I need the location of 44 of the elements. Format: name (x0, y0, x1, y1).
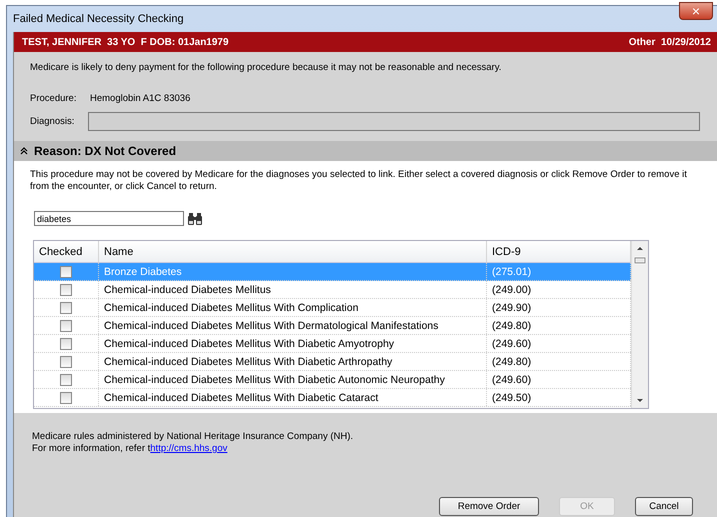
table-cell: Chemical-induced Diabetes Mellitus With Diabetic Amyotrophy (99, 335, 487, 352)
footer-text: Medicare rules administered by National Heritage Insurance Company (NH). (32, 431, 354, 443)
checkbox[interactable] (60, 374, 72, 386)
diagnosis-label: Diagnosis: (30, 116, 74, 127)
checkbox[interactable] (60, 338, 72, 350)
table-row[interactable]: Chemical-induced Diabetes Mellitus (249.00) (34, 281, 631, 299)
search-field[interactable]: diabetes (34, 211, 184, 226)
checkbox[interactable] (60, 356, 72, 368)
table-cell: Bronze Diabetes (99, 263, 487, 280)
binoculars-icon[interactable] (187, 212, 203, 226)
table-row[interactable]: Chemical-induced Diabetes Mellitus With Diabetic Cataract (249.50) (34, 389, 631, 407)
reason-header[interactable]: Reason: DX Not Covered (14, 141, 717, 161)
table-row[interactable]: Chemical-induced Diabetes Mellitus With Diabetic Amyotrophy (249.60) (34, 335, 631, 353)
table-row[interactable]: Chemical-induced Diabetes Mellitus With Dermatological Manifestations (249.80) (34, 317, 631, 335)
visit-info: Other 10/29/2012 (628, 36, 711, 48)
reason-title: Reason: DX Not Covered (34, 144, 176, 158)
checkbox[interactable] (60, 284, 72, 296)
table-cell: Chemical-induced Diabetes Mellitus With Diabetic Arthropathy (99, 353, 487, 370)
dialog-button[interactable]: Cancel (635, 497, 693, 516)
checkbox[interactable] (60, 320, 72, 332)
table-row[interactable]: Chemical-induced Diabetes Mellitus With Diabetic Autonomic Neuropathy (249.60) (34, 371, 631, 389)
patient-info: TEST, JENNIFER 33 YO F DOB: 01Jan1979 (22, 36, 229, 48)
column-header[interactable]: Name (99, 241, 487, 262)
window-title: Failed Medical Necessity Checking (13, 13, 184, 25)
reason-text: This procedure may not be covered by Medicare for the diagnoses you selected to link. Either select a covered diagnosis or click Remove Order to remove it from the encounter, or click Cancel to return. (30, 169, 688, 193)
diagnosis-field[interactable] (88, 112, 700, 131)
table-cell: Chemical-induced Diabetes Mellitus With Dermatological Manifestations (99, 317, 487, 334)
warning-message: Medicare is likely to deny payment for the following procedure because it may not be reasonable and necessary. (30, 62, 502, 73)
checkbox[interactable] (60, 392, 72, 404)
procedure-value: Hemoglobin A1C 83036 (90, 93, 190, 104)
table-cell: Chemical-induced Diabetes Mellitus With Complication (99, 299, 487, 316)
column-header[interactable]: Checked (34, 241, 99, 262)
table-row[interactable]: Chemical-induced Diabetes Mellitus With Diabetic Arthropathy (249.80) (34, 353, 631, 371)
cms-link[interactable]: http://cms.hhs.gov (150, 443, 228, 454)
table-cell: Chemical-induced Diabetes Mellitus With Diabetic Autonomic Neuropathy (99, 371, 487, 388)
footer-text: For more information, refer t (32, 443, 150, 454)
table-cell: Chemical-induced Diabetes Mellitus (99, 281, 487, 298)
table-row[interactable]: Chemical-induced Diabetes Mellitus With Complication (249.90) (34, 299, 631, 317)
procedure-label: Procedure: (30, 93, 78, 104)
collapse-icon[interactable] (20, 147, 28, 155)
checkbox[interactable] (60, 266, 72, 278)
table-cell: Chemical-induced Diabetes Mellitus With Diabetic Cataract (99, 389, 487, 406)
dialog-button[interactable]: Remove Order (439, 497, 539, 516)
checkbox[interactable] (60, 302, 72, 314)
